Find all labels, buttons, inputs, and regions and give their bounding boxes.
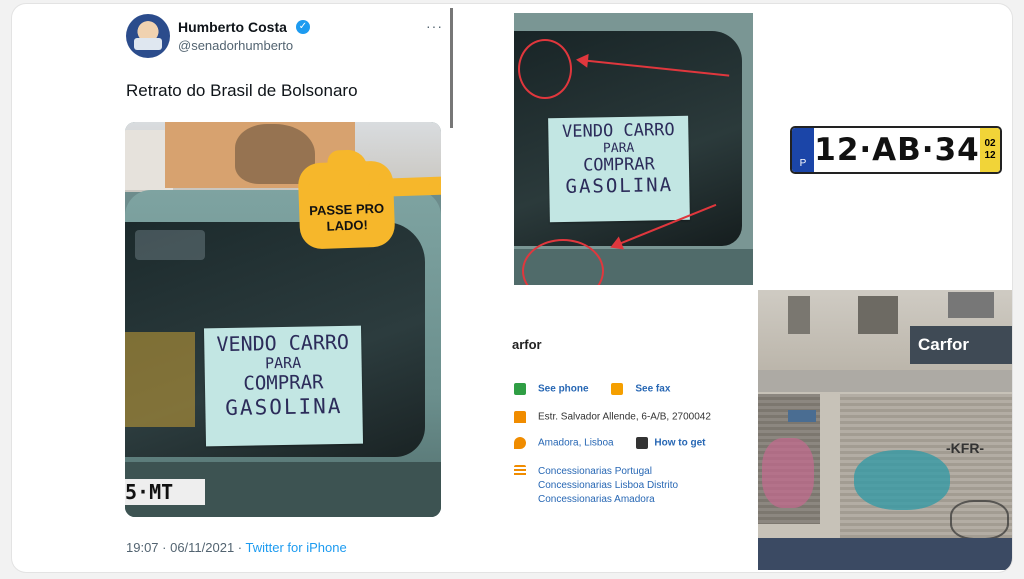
window <box>948 292 994 318</box>
list-icon <box>514 465 526 477</box>
eu-band: P <box>792 128 814 172</box>
car-closeup-photo: VENDO CARRO PARA COMPRAR GASOLINA <box>514 13 753 285</box>
sign-line-1: VENDO CARRO <box>561 120 675 142</box>
car-plate: 5·MT <box>125 479 205 505</box>
storefront-photo: Carfor -KFR- <box>758 290 1012 570</box>
avatar[interactable] <box>126 14 170 58</box>
tweet-card: Humberto Costa ✓ @senadorhumberto ··· Re… <box>112 8 454 568</box>
more-options-icon[interactable]: ··· <box>426 18 443 34</box>
parked-car <box>758 538 1012 570</box>
graffiti-text: -KFR- <box>946 440 985 456</box>
annotation-circle <box>518 39 572 99</box>
sign-line-1: VENDO CARRO <box>216 329 350 357</box>
listing-address: Estr. Salvador Allende, 6-A/B, 2700042 <box>538 411 711 423</box>
plate-number: 12·AB·34 <box>814 132 980 168</box>
category-link[interactable]: Concessionarias Portugal <box>538 466 652 477</box>
graffiti <box>950 500 1009 540</box>
sign-line-4: GASOLINA <box>225 393 343 421</box>
sticker-text: PASSE PRO LADO! <box>308 200 385 234</box>
car-rear-window: VENDO CARRO PARA COMPRAR GASOLINA <box>125 222 425 457</box>
graffiti <box>762 438 814 508</box>
pointing-hand-sticker: PASSE PRO LADO! <box>297 149 441 250</box>
tweet-text: Retrato do Brasil de Bolsonaro <box>126 81 358 100</box>
category-link[interactable]: Concessionarias Amadora <box>538 494 655 505</box>
plate-year: 02 <box>984 138 996 149</box>
sale-sign: VENDO CARRO PARA COMPRAR GASOLINA <box>203 325 364 447</box>
tweet-photo[interactable]: VENDO CARRO PARA COMPRAR GASOLINA 5·MT P… <box>125 122 441 517</box>
store-sign: Carfor <box>910 326 1012 364</box>
listing-name: arfor <box>512 337 542 352</box>
listing-address-row: Estr. Salvador Allende, 6-A/B, 2700042 <box>514 411 711 423</box>
window <box>858 296 898 334</box>
tweet-timestamp[interactable]: 19:07 · 06/11/2021 · <box>126 540 246 555</box>
location-pin-icon <box>514 437 526 449</box>
window-reflection-yellow <box>125 332 195 427</box>
listing-contact-row: See phone See fax <box>514 383 670 395</box>
tweet-footer: 19:07 · 06/11/2021 · Twitter for iPhone <box>126 540 347 555</box>
listing-categories: Concessionarias Portugal Concessionarias… <box>514 465 678 507</box>
author-handle[interactable]: @senadorhumberto <box>178 38 293 53</box>
graffiti <box>854 450 950 510</box>
verified-badge-icon: ✓ <box>296 20 310 34</box>
listing-city-link[interactable]: Amadora, Lisboa <box>538 438 614 449</box>
sign-line-3: COMPRAR <box>243 371 324 395</box>
category-link[interactable]: Concessionarias Lisboa Distrito <box>538 480 678 491</box>
pointing-finger-icon <box>368 176 441 198</box>
business-listing: arfor See phone See fax Estr. Salvador A… <box>512 289 756 569</box>
collage-frame: Humberto Costa ✓ @senadorhumberto ··· Re… <box>12 4 1012 572</box>
street-sign <box>788 410 816 422</box>
author-name[interactable]: Humberto Costa <box>178 19 287 35</box>
map-icon <box>636 437 649 449</box>
sign-line-2: PARA <box>264 353 302 373</box>
sign-line-4: GASOLINA <box>565 174 674 198</box>
sign-line-2: PARA <box>602 140 635 157</box>
home-icon <box>514 411 526 423</box>
plate-month: 12 <box>984 150 996 161</box>
see-phone-link[interactable]: See phone <box>538 384 589 395</box>
window <box>788 296 810 334</box>
how-to-get-link[interactable]: How to get <box>654 438 705 449</box>
license-plate: P 12·AB·34 02 12 <box>790 126 1002 174</box>
sale-sign-closeup: VENDO CARRO PARA COMPRAR GASOLINA <box>548 115 690 223</box>
phone-icon <box>514 383 526 395</box>
fax-icon <box>611 383 624 395</box>
awning <box>758 370 1012 392</box>
sign-line-3: COMPRAR <box>582 154 655 176</box>
see-fax-link[interactable]: See fax <box>635 384 670 395</box>
listing-city-row: Amadora, Lisboa How to get <box>514 437 706 449</box>
tweet-source-link[interactable]: Twitter for iPhone <box>246 540 347 555</box>
plate-date-band: 02 12 <box>980 128 1000 172</box>
window-reflection <box>135 230 205 260</box>
scrollbar[interactable] <box>450 8 453 128</box>
